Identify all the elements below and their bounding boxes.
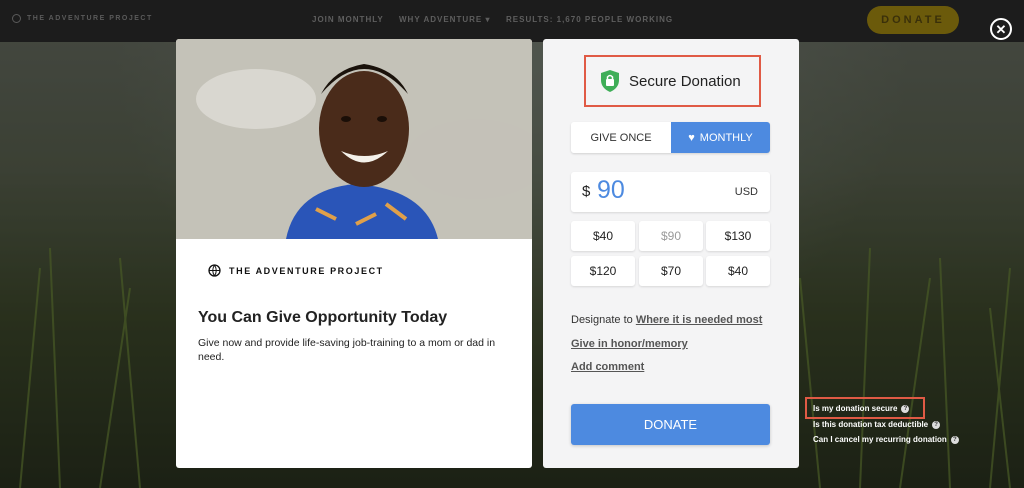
faq-label: Can I cancel my recurring donation bbox=[813, 435, 947, 444]
preset-amount-button[interactable]: $120 bbox=[571, 256, 635, 286]
nav-results[interactable]: RESULTS: 1,670 PEOPLE WORKING bbox=[506, 15, 673, 24]
amount-value[interactable]: 90 bbox=[597, 176, 625, 205]
top-donate-button[interactable]: DONATE bbox=[867, 6, 959, 34]
close-modal-button[interactable]: ✕ bbox=[990, 18, 1012, 40]
nav-why-adventure[interactable]: WHY ADVENTURE ▾ bbox=[399, 15, 490, 24]
shield-lock-icon bbox=[601, 70, 619, 92]
faq-label: Is this donation tax deductible bbox=[813, 420, 929, 429]
frequency-toggle: GIVE ONCE ♥ MONTHLY bbox=[571, 122, 770, 153]
card-description: Give now and provide life-saving job-tra… bbox=[198, 337, 496, 363]
currency-symbol: $ bbox=[582, 183, 591, 200]
globe-icon bbox=[208, 264, 221, 277]
question-icon: ? bbox=[950, 435, 959, 444]
amount-input[interactable]: $ 90 USD bbox=[571, 172, 770, 212]
brand-label: THE ADVENTURE PROJECT bbox=[27, 15, 153, 22]
question-icon: ? bbox=[932, 420, 941, 429]
designate-row: Designate to Where it is needed most bbox=[571, 314, 762, 326]
designate-prefix: Designate to bbox=[571, 314, 633, 326]
give-once-button[interactable]: GIVE ONCE bbox=[571, 122, 671, 153]
story-card: THE ADVENTURE PROJECT You Can Give Oppor… bbox=[176, 39, 532, 468]
monthly-label: MONTHLY bbox=[699, 131, 753, 144]
donation-form: Secure Donation GIVE ONCE ♥ MONTHLY $ 90… bbox=[543, 39, 799, 468]
preset-amount-button[interactable]: $40 bbox=[571, 221, 635, 251]
secure-donation-label: Secure Donation bbox=[629, 72, 741, 90]
monthly-button[interactable]: ♥ MONTHLY bbox=[671, 122, 770, 153]
preset-amount-button[interactable]: $90 bbox=[639, 221, 703, 251]
add-comment-link[interactable]: Add comment bbox=[571, 361, 644, 373]
card-title: You Can Give Opportunity Today bbox=[198, 309, 448, 326]
adventure-project-logo: THE ADVENTURE PROJECT bbox=[208, 264, 384, 277]
faq-label: Is my donation secure bbox=[813, 404, 898, 413]
honor-memory-link[interactable]: Give in honor/memory bbox=[571, 338, 688, 350]
designate-link[interactable]: Where it is needed most bbox=[636, 314, 763, 326]
woman-photo bbox=[176, 39, 532, 239]
logo-text: THE ADVENTURE PROJECT bbox=[229, 265, 384, 276]
top-nav: THE ADVENTURE PROJECT JOIN MONTHLY WHY A… bbox=[0, 0, 1024, 42]
preset-amount-button[interactable]: $40 bbox=[706, 256, 770, 286]
preset-amount-button[interactable]: $130 bbox=[706, 221, 770, 251]
heart-icon: ♥ bbox=[688, 131, 695, 144]
donate-button[interactable]: DONATE bbox=[571, 404, 770, 445]
brand[interactable]: THE ADVENTURE PROJECT bbox=[12, 14, 153, 23]
nav-join-monthly[interactable]: JOIN MONTHLY bbox=[312, 15, 384, 24]
close-icon: ✕ bbox=[995, 21, 1007, 37]
preset-amount-button[interactable]: $70 bbox=[639, 256, 703, 286]
faq-link[interactable]: Is my donation secure ? bbox=[813, 404, 910, 413]
currency-code: USD bbox=[734, 186, 758, 198]
question-icon: ? bbox=[901, 404, 910, 413]
faq-link[interactable]: Can I cancel my recurring donation ? bbox=[813, 435, 959, 444]
faq-link[interactable]: Is this donation tax deductible ? bbox=[813, 420, 941, 429]
secure-donation-header: Secure Donation bbox=[584, 55, 761, 107]
globe-icon bbox=[12, 14, 21, 23]
